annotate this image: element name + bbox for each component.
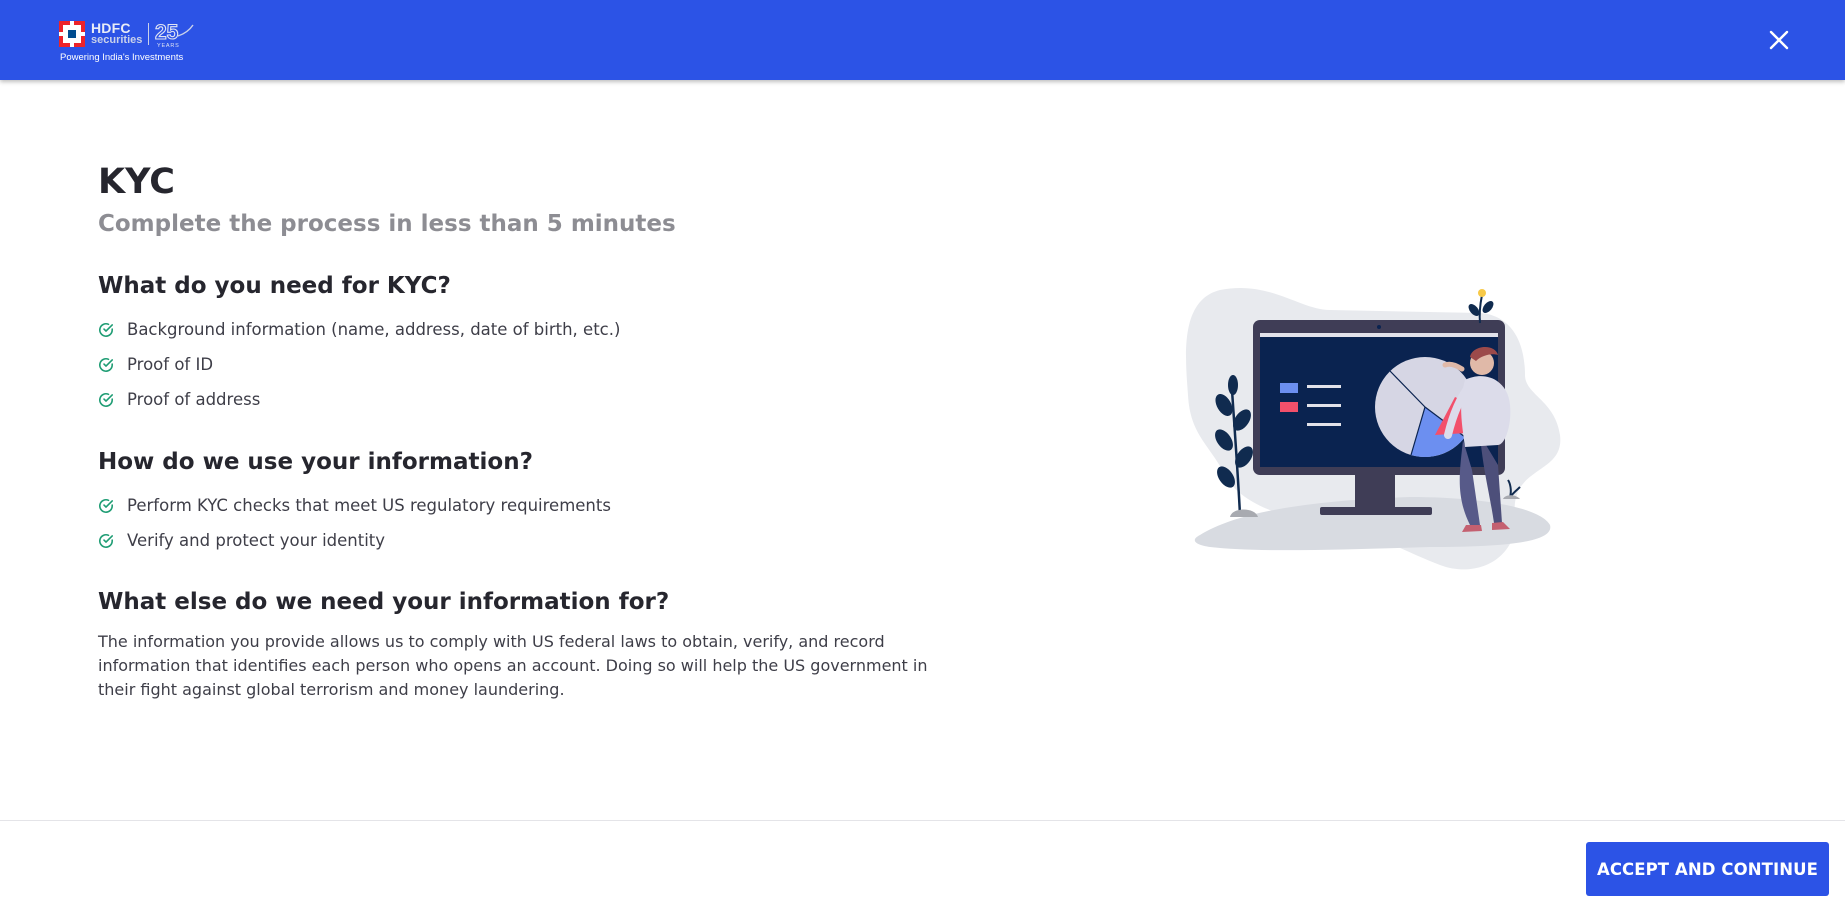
hdfc-logo-mark-icon — [59, 21, 85, 47]
usage-list: Perform KYC checks that meet US regulato… — [98, 488, 938, 558]
svg-text:YEARS: YEARS — [157, 43, 180, 49]
25-years-emblem-icon: 25 YEARS — [154, 20, 194, 49]
logo-sub-text: securities — [91, 34, 143, 46]
check-circle-icon — [99, 533, 113, 548]
hdfc-securities-logo[interactable]: HDFC securities 25 YEARS Powering India'… — [59, 19, 199, 65]
check-circle-icon — [99, 392, 113, 407]
list-item-text: Verify and protect your identity — [127, 531, 386, 550]
list-item: Proof of address — [98, 382, 938, 417]
svg-text:25: 25 — [155, 21, 179, 44]
top-bar: HDFC securities 25 YEARS Powering India'… — [0, 0, 1845, 80]
requirements-list: Background information (name, address, d… — [98, 312, 938, 417]
page-subtitle: Complete the process in less than 5 minu… — [98, 211, 676, 237]
list-item: Background information (name, address, d… — [98, 312, 938, 347]
kyc-info-panel: KYC Complete the process in less than 5 … — [98, 160, 938, 702]
list-item-text: Proof of ID — [127, 355, 214, 374]
section-heading-requirements: What do you need for KYC? — [98, 273, 451, 299]
list-item: Verify and protect your identity — [98, 523, 938, 558]
close-button[interactable] — [1762, 25, 1796, 55]
list-item-text: Perform KYC checks that meet US regulato… — [127, 496, 611, 515]
accept-and-continue-button[interactable]: ACCEPT AND CONTINUE — [1586, 842, 1829, 896]
list-item: Proof of ID — [98, 347, 938, 382]
data-analysis-illustration-icon — [1186, 287, 1561, 570]
page-title: KYC — [98, 162, 175, 202]
check-circle-icon — [99, 498, 113, 513]
logo-divider — [148, 23, 149, 45]
logo-brand-text: HDFC — [91, 20, 131, 36]
purpose-paragraph: The information you provide allows us to… — [98, 632, 928, 699]
section-heading-purpose: What else do we need your information fo… — [98, 589, 670, 615]
logo-tagline: Powering India's Investments — [60, 52, 184, 63]
list-item: Perform KYC checks that meet US regulato… — [98, 488, 938, 523]
check-circle-icon — [99, 322, 113, 337]
section-heading-usage: How do we use your information? — [98, 449, 533, 475]
list-item-text: Proof of address — [127, 390, 261, 409]
footer-bar: ACCEPT AND CONTINUE — [0, 820, 1845, 909]
list-item-text: Background information (name, address, d… — [127, 320, 621, 339]
close-icon — [1769, 30, 1789, 50]
check-circle-icon — [99, 357, 113, 372]
